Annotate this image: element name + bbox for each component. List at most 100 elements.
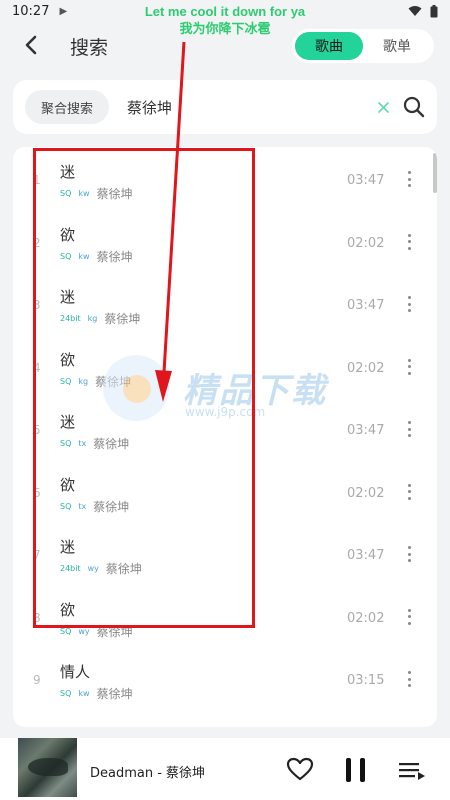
search-source-selector[interactable]: 聚合搜索 [25, 90, 110, 124]
song-artist: 蔡徐坤 [105, 562, 142, 576]
more-vertical-icon [407, 184, 411, 187]
back-button[interactable] [20, 31, 42, 59]
song-meta: SQ kw 蔡徐坤 [60, 185, 133, 202]
more-options-button[interactable] [403, 232, 415, 252]
song-row[interactable]: 5 迷 SQ tx 蔡徐坤 03:47 [13, 397, 437, 460]
song-artist: 蔡徐坤 [95, 374, 132, 389]
song-row[interactable]: 10情人SQkg蔡徐坤03:15 [13, 710, 437, 728]
more-vertical-icon [407, 365, 411, 368]
song-row[interactable]: 2 欲 SQ kw 蔡徐坤 02:02 [13, 210, 437, 273]
song-row[interactable]: 6 欲 SQ tx 蔡徐坤 02:02 [13, 460, 437, 523]
more-vertical-icon [407, 240, 411, 243]
search-bar: 聚合搜索 [13, 80, 437, 134]
song-duration: 03:15 [347, 673, 385, 688]
quality-badge: SQ [60, 439, 72, 448]
more-vertical-icon [407, 427, 411, 431]
quality-badge: SQ [60, 251, 72, 261]
more-options-button[interactable] [403, 357, 415, 377]
source-badge: wy [78, 626, 90, 636]
more-options-button[interactable] [403, 482, 415, 502]
song-index: 4 [33, 360, 41, 375]
source-badge: kg [87, 314, 98, 323]
song-index: 7 [33, 548, 41, 562]
more-options-button[interactable] [403, 669, 415, 689]
more-vertical-icon [407, 546, 411, 549]
queue-list-icon [399, 763, 425, 780]
song-title: 迷 [60, 538, 76, 556]
now-playing-title[interactable]: Deadman - 蔡徐坤 [90, 762, 205, 781]
song-list[interactable]: 1 迷 SQ kw 蔡徐坤 03:47 2 欲 SQ kw 蔡徐坤 02:02 3 迷 24bit kg 蔡徐坤… [13, 147, 437, 727]
heart-icon [286, 757, 314, 781]
song-row[interactable]: 3 迷 24bit kg 蔡徐坤 03:47 [13, 272, 437, 335]
song-artist: 蔡徐坤 [96, 687, 133, 701]
song-duration: 03:47 [347, 548, 385, 563]
more-vertical-icon [407, 559, 411, 562]
quality-badge: 24bit [60, 314, 81, 323]
song-title: 欲 [60, 350, 76, 369]
song-meta: SQ kg 蔡徐坤 [60, 373, 131, 390]
song-title: 迷 [60, 163, 76, 181]
tab-songs[interactable]: 歌曲 [295, 32, 363, 60]
battery-icon [430, 4, 438, 17]
song-row[interactable]: 1 迷 SQ kw 蔡徐坤 03:47 [13, 147, 437, 210]
search-button[interactable] [403, 96, 425, 118]
song-meta: SQ tx 蔡徐坤 [60, 435, 129, 452]
more-vertical-icon [407, 490, 411, 493]
song-meta: SQ wy 蔡徐坤 [60, 623, 133, 640]
like-button[interactable] [286, 757, 314, 785]
pause-icon [346, 758, 365, 782]
tab-playlists[interactable]: 歌单 [363, 32, 431, 60]
header: 搜索 歌曲 歌单 [0, 25, 450, 67]
song-artist: 蔡徐坤 [96, 187, 133, 201]
song-index: 3 [33, 298, 41, 312]
song-row[interactable]: 7 迷 24bit wy 蔡徐坤 03:47 [13, 522, 437, 585]
song-duration: 02:02 [347, 235, 385, 251]
more-vertical-icon [407, 371, 411, 375]
media-play-icon: ▶ [59, 5, 68, 17]
more-vertical-icon [407, 496, 411, 500]
more-options-button[interactable] [403, 607, 415, 627]
more-vertical-icon [407, 309, 411, 312]
more-vertical-icon [407, 177, 411, 181]
quality-badge: SQ [60, 376, 72, 386]
more-vertical-icon [407, 671, 411, 674]
song-artist: 蔡徐坤 [96, 624, 133, 639]
source-badge: kw [78, 689, 90, 698]
status-bar: 10:27 ▶ [0, 0, 450, 22]
search-icon [403, 96, 425, 118]
page-title: 搜索 [70, 37, 109, 59]
search-type-toggle: 歌曲 歌单 [292, 29, 434, 63]
song-meta: SQ kw 蔡徐坤 [60, 248, 133, 265]
source-badge: wy [87, 564, 99, 573]
quality-badge: SQ [60, 501, 72, 511]
song-title: 迷 [60, 413, 76, 431]
mini-player[interactable]: Deadman - 蔡徐坤 [0, 738, 450, 800]
search-input[interactable] [127, 98, 378, 116]
song-row[interactable]: 8 欲 SQ wy 蔡徐坤 02:02 [13, 585, 437, 648]
song-index: 9 [33, 673, 41, 687]
source-badge: kg [78, 376, 89, 386]
more-vertical-icon [407, 608, 411, 612]
more-options-button[interactable] [403, 169, 415, 189]
song-index: 8 [33, 610, 41, 625]
song-row[interactable]: 9 情人 SQ kw 蔡徐坤 03:15 [13, 647, 437, 710]
more-vertical-icon [407, 296, 411, 299]
more-options-button[interactable] [403, 294, 415, 314]
album-art[interactable] [18, 738, 77, 797]
pause-button[interactable] [343, 757, 369, 787]
song-artist: 蔡徐坤 [104, 312, 141, 326]
song-title: 情人 [60, 663, 91, 681]
status-time: 10:27 [12, 3, 50, 19]
more-options-button[interactable] [403, 544, 415, 564]
song-artist: 蔡徐坤 [93, 499, 130, 514]
song-duration: 02:02 [347, 360, 385, 376]
clear-button[interactable] [378, 101, 389, 113]
playlist-queue-button[interactable] [398, 760, 426, 784]
wifi-icon [408, 6, 422, 16]
song-row[interactable]: 4 欲 SQ kg 蔡徐坤 02:02 [13, 335, 437, 398]
quality-badge: 24bit [60, 564, 81, 573]
more-vertical-icon [407, 421, 411, 424]
song-index: 6 [33, 485, 41, 500]
song-title: 迷 [60, 288, 76, 306]
more-options-button[interactable] [403, 419, 415, 439]
